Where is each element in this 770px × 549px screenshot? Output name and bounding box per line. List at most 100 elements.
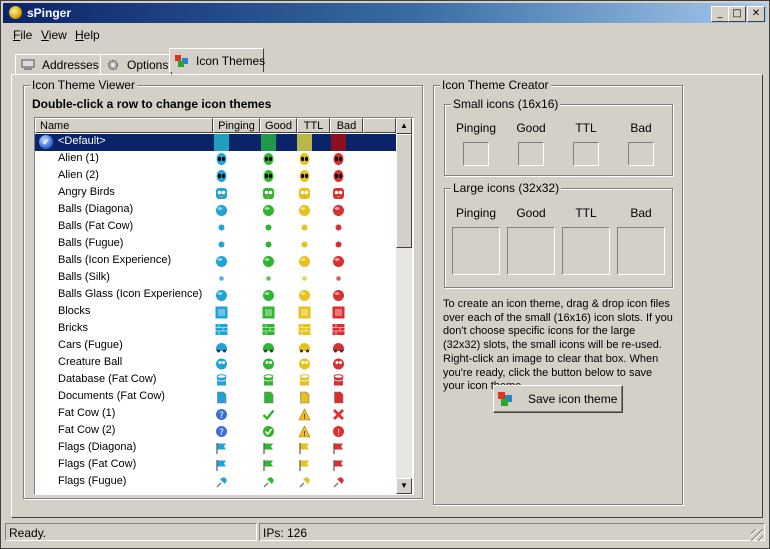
table-row[interactable]: Balls (Diagona) <box>35 202 396 219</box>
column-header-filler <box>363 118 396 133</box>
bad-alien-icon <box>333 153 344 165</box>
pinging-bird-icon <box>216 188 227 199</box>
pinging-brick-icon <box>215 324 228 335</box>
gear-icon <box>107 59 119 71</box>
bad-ball-small-icon <box>335 241 342 248</box>
row-name: Balls (Silk) <box>58 271 110 283</box>
table-row[interactable]: Balls Glass (Icon Experience) <box>35 287 396 304</box>
table-row[interactable]: ✔ <Default> <box>35 134 396 151</box>
scroll-thumb[interactable] <box>396 134 412 248</box>
menu-view[interactable]: View <box>41 28 67 42</box>
bad-document-icon <box>334 391 344 404</box>
small-slot-ttl[interactable] <box>573 142 599 166</box>
table-row[interactable]: Flags (Fugue) <box>35 474 396 491</box>
good-bird-icon <box>263 188 274 199</box>
good-ball-large-icon <box>263 205 274 216</box>
ttl-flag-icon <box>299 443 309 454</box>
list-scrollbar[interactable]: ▲ ▼ <box>396 118 412 494</box>
pinging-status-1-icon: ? <box>216 409 227 421</box>
good-block-icon <box>262 306 275 319</box>
minimize-button[interactable]: _ <box>711 6 729 22</box>
scroll-down-button[interactable]: ▼ <box>396 478 412 494</box>
pinging-ball-small-icon <box>218 241 225 248</box>
column-header-bad[interactable]: Bad <box>330 118 363 133</box>
ttl-ball-tiny-icon <box>302 276 307 281</box>
table-row[interactable]: Bricks <box>35 321 396 338</box>
title-bar[interactable]: sPinger _ □ ✕ <box>3 3 767 23</box>
theme-list[interactable]: Name Pinging Good TTL Bad ✔ <Default> Alie… <box>34 117 414 495</box>
maximize-button[interactable]: □ <box>728 6 746 22</box>
good-alien-icon <box>263 153 274 165</box>
table-row[interactable]: Fat Cow (2)?!! <box>35 423 396 440</box>
small-slot-pinging[interactable] <box>463 142 489 166</box>
good-ball-tiny-icon <box>266 276 271 281</box>
pinging-car-icon <box>216 343 227 353</box>
ttl-ball-large-icon <box>299 205 310 216</box>
row-name: Alien (2) <box>58 169 99 181</box>
small-slot-bad[interactable] <box>628 142 654 166</box>
table-row[interactable]: Fat Cow (1)?! <box>35 406 396 423</box>
pinging-flag-icon <box>216 443 226 454</box>
tab-options[interactable]: Options <box>100 54 172 76</box>
blocks-icon <box>498 392 512 406</box>
menu-bar: File View Help <box>3 25 767 44</box>
column-header-pinging[interactable]: Pinging <box>213 118 260 133</box>
svg-text:!: ! <box>303 430 306 438</box>
tab-icon-themes[interactable]: Icon Themes <box>169 48 265 72</box>
bad-pin-icon <box>333 477 344 488</box>
good-creature-icon <box>263 358 274 370</box>
large-label-pinging: Pinging <box>455 206 497 220</box>
menu-help[interactable]: Help <box>75 28 100 42</box>
good-ball-large-icon <box>263 256 274 267</box>
table-row[interactable]: Balls (Fugue) <box>35 236 396 253</box>
table-row[interactable]: Flags (Diagona) <box>35 440 396 457</box>
small-label-good: Good <box>516 121 546 135</box>
row-name: Bricks <box>58 322 88 334</box>
table-row[interactable]: Balls (Icon Experience) <box>35 253 396 270</box>
ttl-document-icon <box>300 391 310 404</box>
pinging-database-icon <box>216 374 227 386</box>
viewer-instruction: Double-click a row to change icon themes <box>32 97 272 111</box>
table-row[interactable]: Blocks <box>35 304 396 321</box>
column-header-name[interactable]: Name <box>35 118 213 133</box>
bad-status-2-icon: ! <box>333 426 344 437</box>
column-header-good[interactable]: Good <box>260 118 297 133</box>
table-row[interactable]: Balls (Silk) <box>35 270 396 287</box>
good-swatch-icon <box>261 134 276 151</box>
pinging-status-2-icon: ? <box>216 426 227 438</box>
table-row[interactable]: Cars (Fugue) <box>35 338 396 355</box>
table-row[interactable]: Balls (Fat Cow) <box>35 219 396 236</box>
column-header-ttl[interactable]: TTL <box>297 118 330 133</box>
pinging-ball-large-icon <box>216 205 227 216</box>
large-slot-good[interactable] <box>507 227 555 275</box>
bad-ball-tiny-icon <box>336 276 341 281</box>
ttl-pin-icon <box>299 477 310 488</box>
pinging-ball-large-icon <box>216 290 227 301</box>
large-label-bad: Bad <box>630 206 652 220</box>
close-button[interactable]: ✕ <box>747 6 765 22</box>
bad-bird-icon <box>333 188 344 199</box>
table-row[interactable]: Database (Fat Cow) <box>35 372 396 389</box>
small-slot-good[interactable] <box>518 142 544 166</box>
ttl-flag-icon <box>299 460 309 471</box>
menu-file[interactable]: File <box>13 28 32 42</box>
table-row[interactable]: Alien (1) <box>35 151 396 168</box>
scroll-up-button[interactable]: ▲ <box>396 118 412 134</box>
ttl-ball-small-icon <box>301 224 308 231</box>
resize-grip[interactable] <box>751 529 763 541</box>
tab-addresses[interactable]: Addresses <box>15 54 101 76</box>
table-row[interactable]: Creature Ball <box>35 355 396 372</box>
table-row[interactable]: Alien (2) <box>35 168 396 185</box>
table-row[interactable]: Angry Birds <box>35 185 396 202</box>
pinging-flag-icon <box>216 460 226 471</box>
large-slot-bad[interactable] <box>617 227 665 275</box>
table-row[interactable]: Flags (Fat Cow) <box>35 457 396 474</box>
good-status-1-icon <box>262 409 275 421</box>
large-slot-ttl[interactable] <box>562 227 610 275</box>
pinging-creature-icon <box>216 358 227 370</box>
app-icon <box>9 6 22 19</box>
row-name: Blocks <box>58 305 91 317</box>
save-icon-theme-button[interactable]: Save icon theme <box>493 385 623 413</box>
table-row[interactable]: Documents (Fat Cow) <box>35 389 396 406</box>
large-slot-pinging[interactable] <box>452 227 500 275</box>
